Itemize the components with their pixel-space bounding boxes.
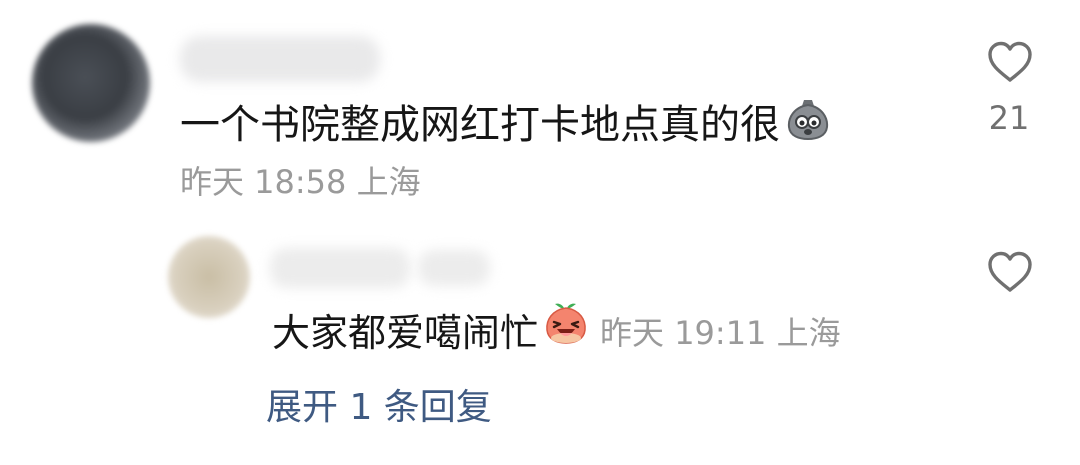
reply-body: 大家都爱噶闹忙 昨天 19:11 上海 <box>272 303 841 360</box>
reply-avatar[interactable] <box>168 236 250 318</box>
reply-like-button[interactable] <box>986 250 1034 294</box>
comment-like-button[interactable] <box>986 40 1034 84</box>
expand-replies-link[interactable]: 展开 1 条回复 <box>266 384 492 432</box>
comment-body: 一个书院整成网红打卡地点真的很 <box>180 98 832 152</box>
comment-like-count: 21 <box>988 99 1030 137</box>
comment-text: 一个书院整成网红打卡地点真的很 <box>180 102 780 148</box>
laughing-peach-emoji-icon <box>542 298 590 368</box>
crying-bag-emoji-icon <box>784 94 832 156</box>
reply-name-blurred-suffix <box>418 250 490 286</box>
heart-icon <box>988 251 1032 292</box>
reply-meta: 昨天 19:11 上海 <box>600 314 841 352</box>
commenter-name-blurred[interactable] <box>180 36 380 82</box>
reply-name-blurred[interactable] <box>270 248 410 288</box>
commenter-avatar[interactable] <box>32 24 150 142</box>
reply-text: 大家都爱噶闹忙 <box>272 311 539 355</box>
heart-icon <box>988 41 1032 82</box>
comment-meta: 昨天 18:58 上海 <box>180 163 421 201</box>
